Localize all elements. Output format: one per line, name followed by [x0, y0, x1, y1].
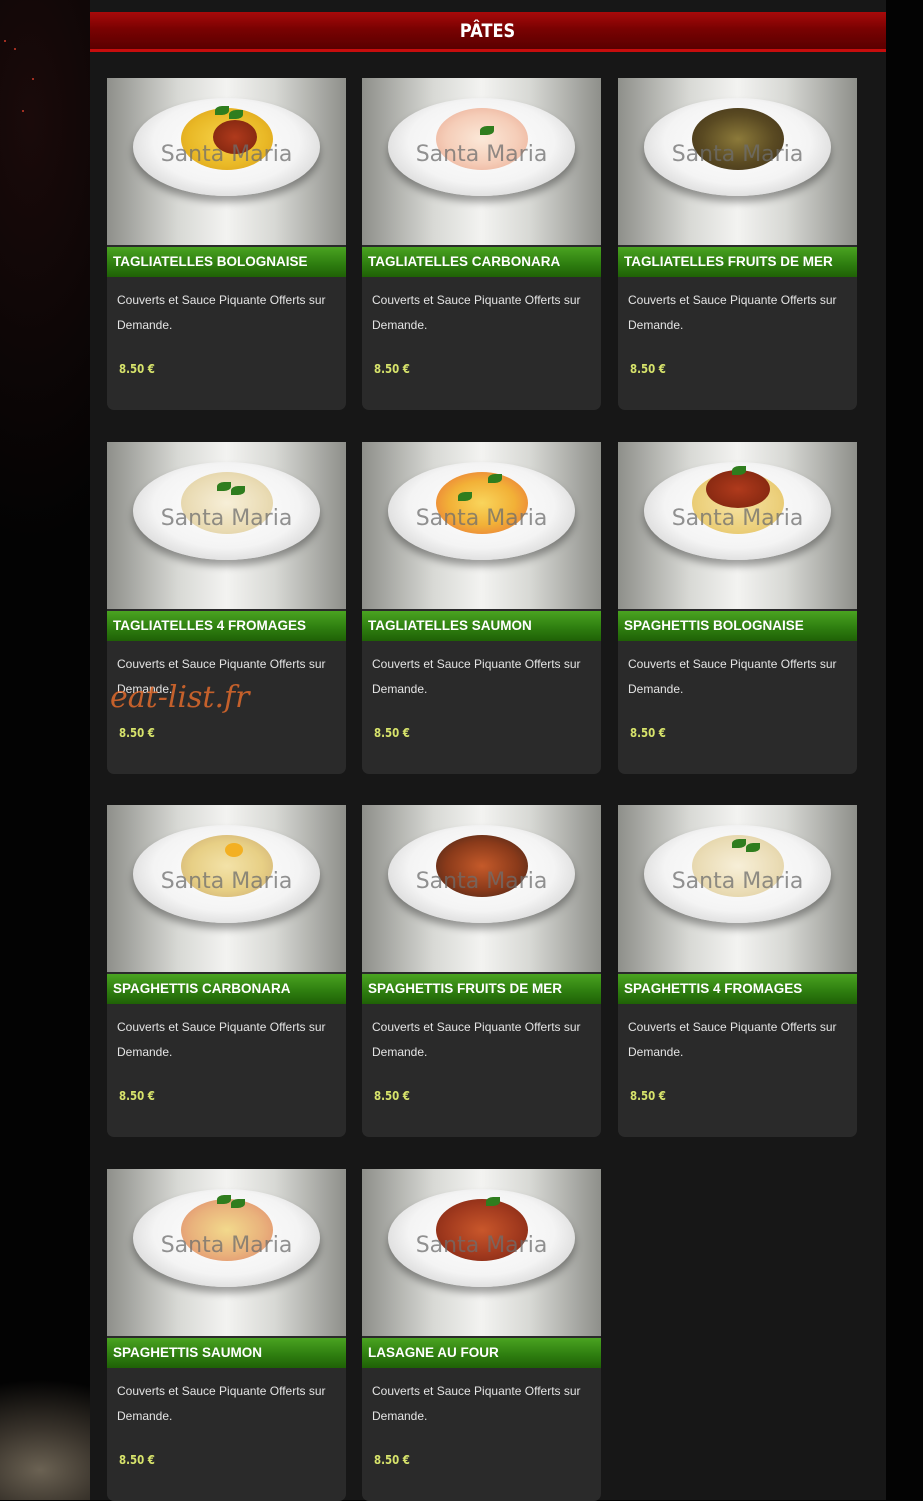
dish-price: 8.50 €	[119, 726, 155, 740]
photo-watermark: Santa Maria	[671, 869, 804, 894]
menu-item-card[interactable]: Santa Maria TAGLIATELLES FRUITS DE MER C…	[618, 78, 857, 410]
photo-watermark: Santa Maria	[671, 142, 804, 167]
dish-name: SPAGHETTIS BOLOGNAISE	[618, 611, 857, 641]
dish-description: Couverts et Sauce Piquante Offerts sur D…	[117, 1384, 326, 1423]
menu-item-card[interactable]: Santa Maria LASAGNE AU FOUR Couverts et …	[362, 1169, 601, 1501]
menu-item-card[interactable]: Santa Maria SPAGHETTIS 4 FROMAGES Couver…	[618, 805, 857, 1137]
dish-photo: Santa Maria	[362, 805, 601, 972]
menu-item-card[interactable]: Santa Maria TAGLIATELLES CARBONARA Couve…	[362, 78, 601, 410]
photo-watermark: Santa Maria	[160, 1233, 293, 1258]
photo-watermark: Santa Maria	[415, 869, 548, 894]
dish-description: Couverts et Sauce Piquante Offerts sur D…	[628, 293, 837, 332]
dish-photo: Santa Maria	[107, 78, 346, 245]
dish-photo: Santa Maria	[107, 1169, 346, 1336]
dish-photo: Santa Maria	[107, 805, 346, 972]
background-spark	[4, 40, 6, 42]
dish-name: TAGLIATELLES BOLOGNAISE	[107, 247, 346, 277]
dish-photo: Santa Maria	[618, 805, 857, 972]
photo-watermark: Santa Maria	[415, 1233, 548, 1258]
menu-item-card[interactable]: Santa Maria SPAGHETTIS SAUMON Couverts e…	[107, 1169, 346, 1501]
background-spark	[14, 48, 16, 50]
menu-item-card[interactable]: Santa Maria SPAGHETTIS FRUITS DE MER Cou…	[362, 805, 601, 1137]
dish-photo: Santa Maria	[618, 78, 857, 245]
photo-watermark: Santa Maria	[160, 142, 293, 167]
dish-price: 8.50 €	[630, 1089, 666, 1103]
dish-photo: Santa Maria	[362, 78, 601, 245]
dish-price: 8.50 €	[630, 726, 666, 740]
site-watermark: eat-list.fr	[110, 680, 250, 715]
dish-name: SPAGHETTIS SAUMON	[107, 1338, 346, 1368]
dish-description: Couverts et Sauce Piquante Offerts sur D…	[117, 293, 326, 332]
dish-photo: Santa Maria	[362, 1169, 601, 1336]
dish-price: 8.50 €	[119, 1089, 155, 1103]
menu-item-card[interactable]: Santa Maria SPAGHETTIS CARBONARA Couvert…	[107, 805, 346, 1137]
dish-price: 8.50 €	[119, 362, 155, 376]
dish-name: LASAGNE AU FOUR	[362, 1338, 601, 1368]
dish-name: TAGLIATELLES SAUMON	[362, 611, 601, 641]
dish-price: 8.50 €	[630, 362, 666, 376]
dish-description: Couverts et Sauce Piquante Offerts sur D…	[117, 1020, 326, 1059]
section-header: PÂTES	[90, 12, 886, 52]
dish-name: SPAGHETTIS CARBONARA	[107, 974, 346, 1004]
dish-price: 8.50 €	[374, 1089, 410, 1103]
dish-price: 8.50 €	[374, 1453, 410, 1467]
dish-price: 8.50 €	[374, 362, 410, 376]
dish-name: TAGLIATELLES FRUITS DE MER	[618, 247, 857, 277]
dish-description: Couverts et Sauce Piquante Offerts sur D…	[372, 1020, 581, 1059]
photo-watermark: Santa Maria	[415, 142, 548, 167]
menu-item-card[interactable]: Santa Maria TAGLIATELLES SAUMON Couverts…	[362, 442, 601, 774]
background-spark	[32, 78, 34, 80]
dish-price: 8.50 €	[119, 1453, 155, 1467]
dish-description: Couverts et Sauce Piquante Offerts sur D…	[372, 1384, 581, 1423]
photo-watermark: Santa Maria	[671, 506, 804, 531]
dish-photo: Santa Maria	[362, 442, 601, 609]
dish-name: SPAGHETTIS 4 FROMAGES	[618, 974, 857, 1004]
menu-item-card[interactable]: Santa Maria TAGLIATELLES 4 FROMAGES Couv…	[107, 442, 346, 774]
section-title: PÂTES	[460, 20, 516, 42]
dish-description: Couverts et Sauce Piquante Offerts sur D…	[372, 657, 581, 696]
dish-description: Couverts et Sauce Piquante Offerts sur D…	[372, 293, 581, 332]
photo-watermark: Santa Maria	[160, 506, 293, 531]
background-spark	[22, 110, 24, 112]
dish-price: 8.50 €	[374, 726, 410, 740]
dish-description: Couverts et Sauce Piquante Offerts sur D…	[628, 1020, 837, 1059]
dish-name: TAGLIATELLES 4 FROMAGES	[107, 611, 346, 641]
dish-name: SPAGHETTIS FRUITS DE MER	[362, 974, 601, 1004]
dish-photo: Santa Maria	[107, 442, 346, 609]
photo-watermark: Santa Maria	[160, 869, 293, 894]
dish-photo: Santa Maria	[618, 442, 857, 609]
menu-panel: PÂTES Santa Maria TAGLIATELLES BOLOGNAIS…	[90, 0, 886, 1501]
photo-watermark: Santa Maria	[415, 506, 548, 531]
dish-name: TAGLIATELLES CARBONARA	[362, 247, 601, 277]
dish-description: Couverts et Sauce Piquante Offerts sur D…	[628, 657, 837, 696]
menu-item-card[interactable]: Santa Maria TAGLIATELLES BOLOGNAISE Couv…	[107, 78, 346, 410]
menu-item-card[interactable]: Santa Maria SPAGHETTIS BOLOGNAISE Couver…	[618, 442, 857, 774]
